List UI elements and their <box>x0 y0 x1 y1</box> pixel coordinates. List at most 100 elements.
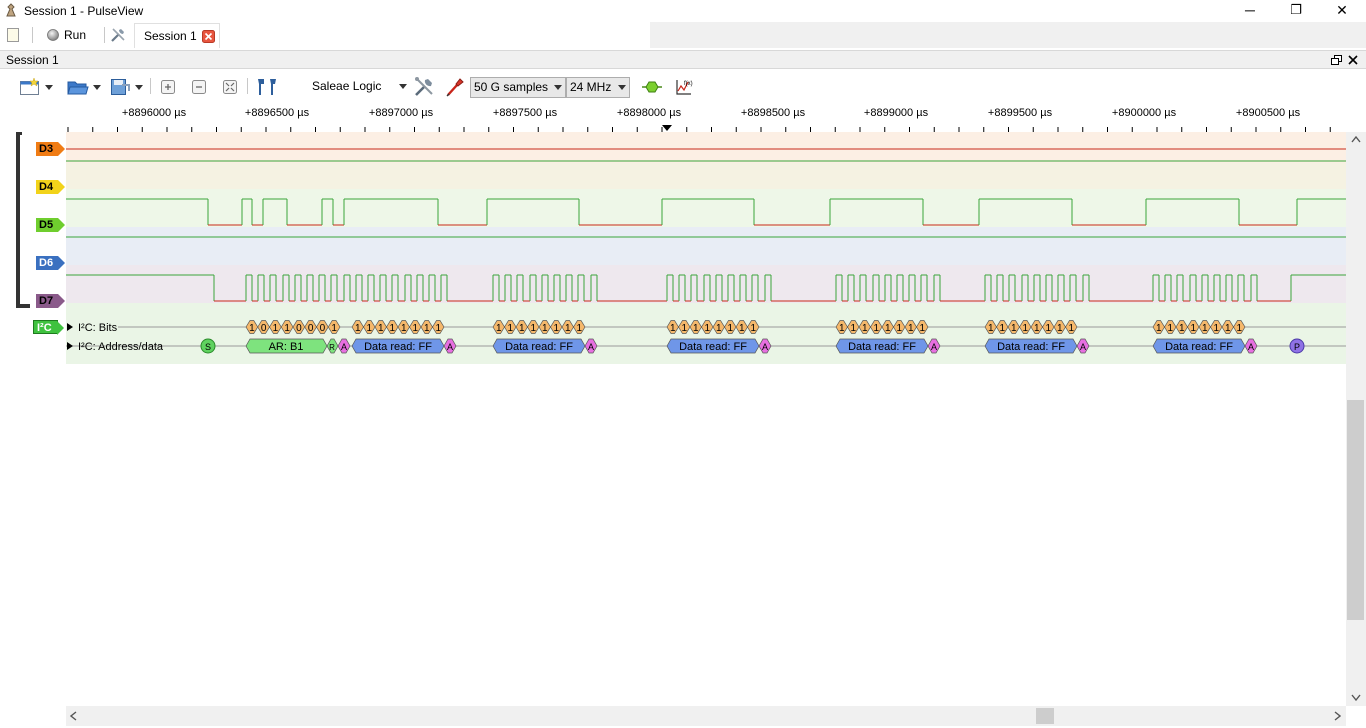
add-math-button[interactable]: f(x) <box>673 75 695 99</box>
scroll-down-icon[interactable] <box>1351 694 1361 701</box>
bit-value: 1 <box>885 323 891 334</box>
bit-value: 1 <box>530 323 536 334</box>
decoder-icon <box>642 81 662 93</box>
folder-open-icon <box>67 81 89 95</box>
bit-value: 1 <box>896 323 902 334</box>
device-selector[interactable]: Saleae Logic <box>304 77 410 98</box>
bit-value: 1 <box>1213 323 1219 334</box>
expand-row-icon[interactable] <box>67 323 73 331</box>
run-button[interactable]: Run <box>46 24 98 46</box>
session-tab-label: Session 1 <box>144 29 197 43</box>
bit-value: 1 <box>988 323 994 334</box>
horizontal-scroll-thumb[interactable] <box>1036 708 1054 724</box>
channel-label-d4[interactable]: D4 <box>36 180 65 194</box>
chevron-down-icon <box>618 85 626 90</box>
bit-value: 1 <box>1011 323 1017 334</box>
bit-value: 1 <box>1179 323 1185 334</box>
bit-value: 1 <box>727 323 733 334</box>
tools-icon <box>415 77 433 96</box>
save-button[interactable] <box>106 75 146 99</box>
device-config-button[interactable] <box>412 75 436 99</box>
bit-value: 1 <box>355 323 361 334</box>
cursors-button[interactable] <box>254 75 280 99</box>
ruler-tick-label: +8897000 µs <box>368 107 434 119</box>
add-decoder-button[interactable] <box>640 75 664 99</box>
channel-label-d5[interactable]: D5 <box>36 218 65 232</box>
scroll-right-icon[interactable] <box>1334 711 1341 721</box>
bit-value: 1 <box>519 323 525 334</box>
bit-value: 1 <box>576 323 582 334</box>
ruler-tick-label: +8898500 µs <box>740 107 806 119</box>
float-dock-icon[interactable] <box>1331 55 1342 65</box>
chevron-down-icon <box>45 84 53 90</box>
stop-label: P <box>1294 342 1300 352</box>
scroll-left-icon[interactable] <box>70 711 77 721</box>
ack-label: A <box>588 342 594 352</box>
zoom-out-button[interactable] <box>188 75 210 99</box>
minimize-button[interactable]: ─ <box>1227 0 1273 22</box>
zoom-in-button[interactable] <box>157 75 179 99</box>
channel-group-bracket-foot <box>16 304 30 308</box>
close-tab-icon[interactable] <box>201 29 215 43</box>
sample-count-value: 50 G samples <box>474 80 549 94</box>
ack-label: A <box>447 342 453 352</box>
pulseview-app-icon <box>6 3 16 17</box>
scroll-up-icon[interactable] <box>1351 136 1361 143</box>
close-dock-icon[interactable] <box>1348 55 1358 65</box>
bit-value: 1 <box>716 323 722 334</box>
waveform-canvas: S1 0 1 1 0 0 0 1AR: B1 R A1 1 1 1 1 1 1 1Data read: FF A1… <box>66 132 1346 364</box>
bit-value: 1 <box>1202 323 1208 334</box>
bit-value: 1 <box>1022 323 1028 334</box>
new-session-button[interactable] <box>16 75 56 99</box>
new-session-icon <box>20 78 39 95</box>
bit-value: 1 <box>1167 323 1173 334</box>
decoder-label-i2c[interactable]: I²C <box>33 320 64 335</box>
probe-config-button[interactable] <box>443 75 467 99</box>
settings-button[interactable] <box>109 24 129 46</box>
math-signal-icon: f(x) <box>676 80 693 95</box>
chevron-down-icon <box>399 84 407 89</box>
new-view-button[interactable] <box>6 24 24 46</box>
bit-value: 1 <box>908 323 914 334</box>
close-button[interactable]: ✕ <box>1319 0 1365 22</box>
horizontal-scrollbar[interactable] <box>66 706 1346 726</box>
vertical-scrollbar[interactable] <box>1346 132 1366 706</box>
new-document-icon <box>7 28 19 42</box>
bit-value: 1 <box>704 323 710 334</box>
sample-count-select[interactable]: 50 G samples <box>470 77 566 98</box>
expand-row-icon[interactable] <box>67 342 73 350</box>
bit-value: 1 <box>873 323 879 334</box>
minimize-icon: ─ <box>1245 2 1255 18</box>
ack-label: A <box>1080 342 1086 352</box>
restore-icon: ❐ <box>1290 2 1302 17</box>
vertical-scroll-thumb[interactable] <box>1347 400 1364 620</box>
title-bar: Session 1 - PulseView ─ ❐ ✕ <box>0 0 1366 22</box>
open-button[interactable] <box>64 75 104 99</box>
probe-icon <box>446 78 464 97</box>
session-dock-title: Session 1 <box>6 53 59 67</box>
bit-value: 1 <box>1190 323 1196 334</box>
tab-session-1[interactable]: Session 1 <box>134 23 220 48</box>
time-ruler[interactable]: +8896000 µs +8896500 µs +8897000 µs +889750… <box>66 104 1346 132</box>
zoom-fit-button[interactable] <box>219 75 241 99</box>
channel-label-d7[interactable]: D7 <box>36 294 65 308</box>
channel-label-d3[interactable]: D3 <box>36 142 65 156</box>
bit-value: 1 <box>284 323 290 334</box>
data-byte-label: Data read: FF <box>848 341 916 353</box>
bit-value: 1 <box>389 323 395 334</box>
decoder-row-label: I²C: Bits <box>78 322 118 334</box>
restore-button[interactable]: ❐ <box>1273 0 1319 22</box>
chevron-down-icon <box>135 84 143 90</box>
channel-row-bg <box>66 189 1346 227</box>
sample-rate-select[interactable]: 24 MHz <box>566 77 630 98</box>
chevron-down-icon <box>93 84 101 90</box>
cursors-icon <box>258 79 276 95</box>
bit-value: 1 <box>681 323 687 334</box>
channel-label-d6[interactable]: D6 <box>36 256 65 270</box>
address-label: AR: B1 <box>269 341 304 353</box>
bit-value: 1 <box>919 323 925 334</box>
bit-value: 1 <box>331 323 337 334</box>
start-label: S <box>205 342 211 352</box>
trace-view[interactable]: S 1 0 1 1 0 0 0 1 AR: B1 R A 1 1 1 1 1 1 1 1 Data read: FF A 1… <box>66 132 1346 706</box>
channel-row-bg <box>66 132 1346 163</box>
